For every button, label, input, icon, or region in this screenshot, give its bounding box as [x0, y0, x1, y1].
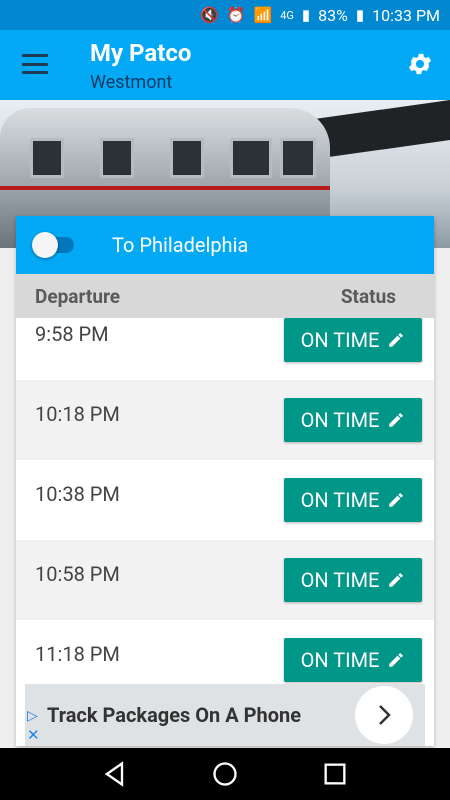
- status-button[interactable]: ON TIME: [284, 398, 422, 442]
- status-header: Status: [340, 284, 396, 308]
- status-button[interactable]: ON TIME: [284, 558, 422, 602]
- chevron-right-icon: [379, 705, 391, 725]
- pencil-icon: [389, 653, 404, 667]
- signal-icon: ▮: [301, 6, 311, 24]
- departure-time: 9:58 PM: [35, 322, 109, 346]
- departure-time: 10:18 PM: [35, 402, 120, 426]
- column-headers: Departure Status: [16, 274, 434, 318]
- system-nav-bar: [0, 748, 450, 800]
- departure-time: 11:18 PM: [35, 642, 120, 666]
- ad-arrow-button[interactable]: [355, 686, 413, 744]
- direction-toggle[interactable]: [32, 232, 74, 258]
- app-bar: My Patco Westmont: [0, 30, 450, 100]
- list-item: 9:58 PM ON TIME: [16, 318, 434, 380]
- pencil-icon: [389, 573, 404, 587]
- ad-close-icon[interactable]: ✕: [27, 726, 40, 744]
- list-item: 10:38 PM ON TIME: [16, 460, 434, 540]
- list-item: 10:58 PM ON TIME: [16, 540, 434, 620]
- network-label: 4G: [280, 8, 294, 22]
- pencil-icon: [389, 493, 404, 507]
- list-item: 10:18 PM ON TIME: [16, 380, 434, 460]
- home-icon[interactable]: [211, 760, 239, 788]
- battery-percent: 83%: [318, 5, 348, 25]
- ad-info-icon[interactable]: ▷: [27, 708, 38, 724]
- mute-icon: 🔇: [200, 6, 219, 24]
- ad-banner[interactable]: ▷ ✕ Track Packages On A Phone: [25, 684, 425, 746]
- schedule-card: To Philadelphia Departure Status 9:58 PM…: [16, 216, 434, 746]
- alarm-icon: ⏰: [226, 6, 246, 24]
- status-button[interactable]: ON TIME: [284, 638, 422, 682]
- ad-text: Track Packages On A Phone: [47, 703, 302, 727]
- back-icon[interactable]: [101, 760, 129, 788]
- menu-icon[interactable]: [22, 54, 48, 74]
- departure-time: 10:58 PM: [35, 562, 120, 586]
- status-button[interactable]: ON TIME: [284, 318, 422, 362]
- status-bar: 🔇 ⏰ 📶 4G ▮ 83% ▮ 10:33 PM: [0, 0, 450, 30]
- clock: 10:33 PM: [372, 5, 440, 25]
- direction-label: To Philadelphia: [112, 233, 249, 257]
- departure-header: Departure: [35, 284, 120, 308]
- wifi-icon: 📶: [253, 6, 273, 24]
- gear-icon[interactable]: [406, 50, 434, 78]
- battery-icon: ▮: [355, 6, 365, 24]
- direction-header: To Philadelphia: [16, 216, 434, 274]
- recents-icon[interactable]: [321, 760, 349, 788]
- pencil-icon: [389, 413, 404, 427]
- pencil-icon: [389, 333, 404, 347]
- station-name: Westmont: [90, 72, 173, 93]
- app-title: My Patco: [90, 39, 192, 67]
- status-button[interactable]: ON TIME: [284, 478, 422, 522]
- departure-list[interactable]: 9:58 PM ON TIME 10:18 PM ON TIME 10:38 P…: [16, 318, 434, 746]
- departure-time: 10:38 PM: [35, 482, 120, 506]
